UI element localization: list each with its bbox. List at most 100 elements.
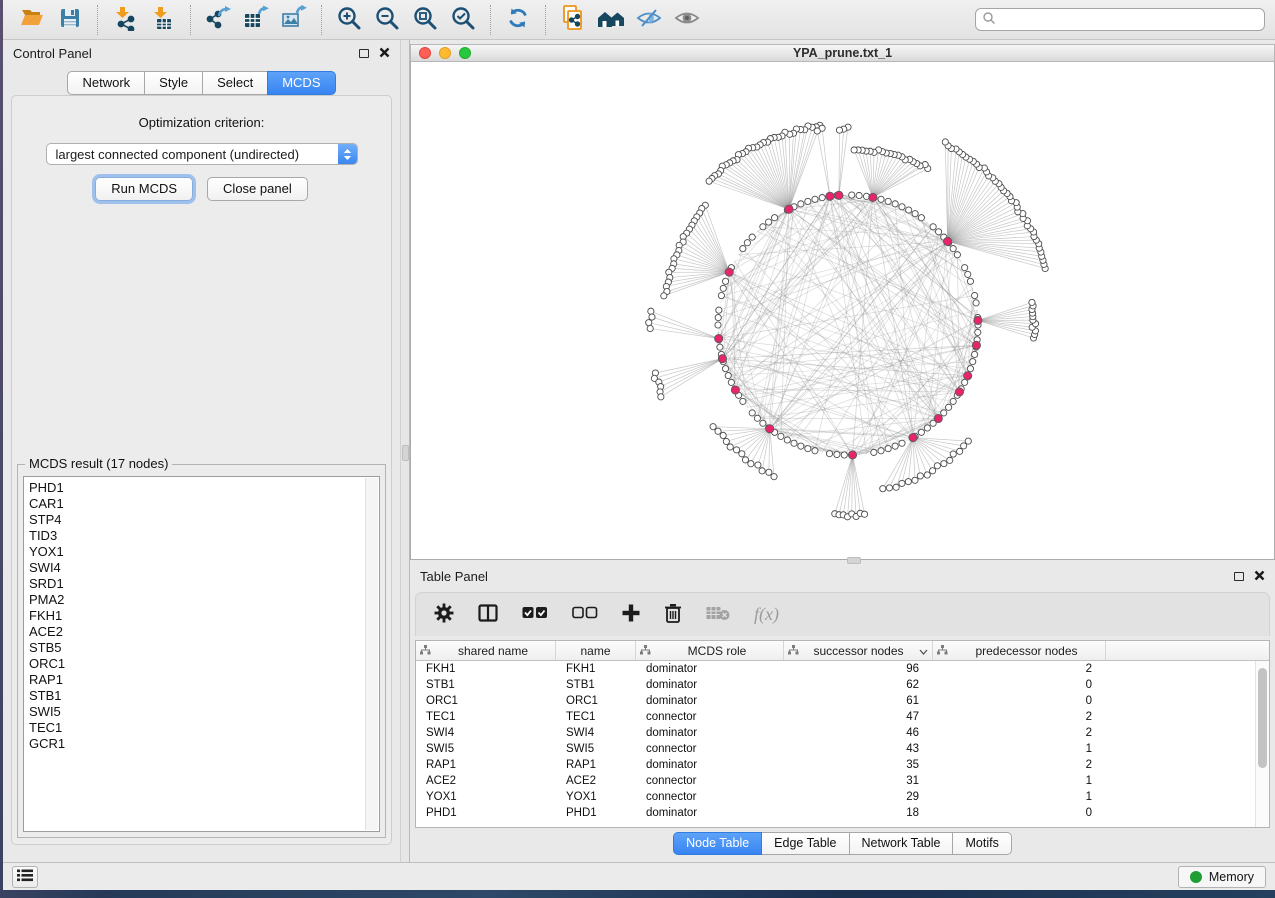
export-image-button[interactable] bbox=[278, 4, 310, 36]
table-row[interactable]: ORC1ORC1dominator610 bbox=[416, 693, 1269, 709]
graph-node[interactable] bbox=[946, 404, 952, 410]
graph-node[interactable] bbox=[791, 440, 797, 446]
graph-leaf-node[interactable] bbox=[950, 451, 956, 457]
mcds-result-item[interactable]: TEC1 bbox=[29, 720, 379, 736]
import-network-button[interactable] bbox=[109, 4, 141, 36]
graph-node[interactable] bbox=[972, 292, 978, 298]
zoom-fit-button[interactable] bbox=[409, 4, 441, 36]
graph-hub-node[interactable] bbox=[955, 388, 963, 396]
graph-node[interactable] bbox=[744, 240, 750, 246]
graph-node[interactable] bbox=[970, 359, 976, 365]
graph-hub-node[interactable] bbox=[869, 193, 877, 201]
graph-node[interactable] bbox=[749, 410, 755, 416]
graph-leaf-node[interactable] bbox=[893, 484, 899, 490]
float-panel-icon[interactable] bbox=[359, 49, 369, 58]
graph-node[interactable] bbox=[878, 196, 884, 202]
graph-hub-node[interactable] bbox=[766, 425, 774, 433]
graph-leaf-node[interactable] bbox=[934, 463, 940, 469]
deselect-all-columns-button[interactable] bbox=[572, 606, 598, 623]
graph-node[interactable] bbox=[918, 215, 924, 221]
graph-node[interactable] bbox=[749, 234, 755, 240]
graph-node[interactable] bbox=[892, 443, 898, 449]
graph-node[interactable] bbox=[718, 292, 724, 298]
graph-leaf-node[interactable] bbox=[646, 320, 652, 326]
table-tab-edge-table[interactable]: Edge Table bbox=[761, 832, 849, 855]
graph-node[interactable] bbox=[819, 194, 825, 200]
graph-node[interactable] bbox=[973, 300, 979, 306]
graph-node[interactable] bbox=[725, 373, 731, 379]
graph-leaf-node[interactable] bbox=[965, 438, 971, 444]
table-row[interactable]: SWI5SWI5connector431 bbox=[416, 741, 1269, 757]
graph-leaf-node[interactable] bbox=[942, 139, 948, 145]
graph-node[interactable] bbox=[715, 314, 721, 320]
graph-node[interactable] bbox=[812, 448, 818, 454]
graph-hub-node[interactable] bbox=[725, 268, 733, 276]
close-panel-icon[interactable] bbox=[379, 46, 390, 61]
table-row[interactable]: SWI4SWI4dominator462 bbox=[416, 725, 1269, 741]
graph-node[interactable] bbox=[975, 329, 981, 335]
graph-node[interactable] bbox=[899, 204, 905, 210]
graph-node[interactable] bbox=[805, 198, 811, 204]
graph-node[interactable] bbox=[716, 307, 722, 313]
graph-hub-node[interactable] bbox=[826, 192, 834, 200]
graph-hub-node[interactable] bbox=[731, 386, 739, 394]
horizontal-splitter-handle[interactable] bbox=[847, 557, 861, 564]
graph-node[interactable] bbox=[954, 252, 960, 258]
network-graph[interactable] bbox=[411, 62, 1274, 559]
graph-leaf-node[interactable] bbox=[759, 468, 765, 474]
mcds-result-list[interactable]: PHD1CAR1STP4TID3YOX1SWI4SRD1PMA2FKH1ACE2… bbox=[23, 476, 380, 832]
open-session-button[interactable] bbox=[16, 4, 48, 36]
table-row[interactable]: PHD1PHD1dominator180 bbox=[416, 805, 1269, 821]
graph-node[interactable] bbox=[722, 278, 728, 284]
memory-button[interactable]: Memory bbox=[1178, 866, 1266, 888]
graph-leaf-node[interactable] bbox=[930, 468, 936, 474]
graph-leaf-node[interactable] bbox=[947, 457, 953, 463]
hide-selected-button[interactable] bbox=[633, 4, 665, 36]
mcds-result-item[interactable]: SRD1 bbox=[29, 576, 379, 592]
graph-leaf-node[interactable] bbox=[648, 308, 654, 314]
graph-node[interactable] bbox=[972, 351, 978, 357]
table-settings-button[interactable] bbox=[434, 603, 454, 626]
export-table-button[interactable] bbox=[240, 4, 272, 36]
mcds-result-item[interactable]: RAP1 bbox=[29, 672, 379, 688]
graph-leaf-node[interactable] bbox=[661, 293, 667, 299]
graph-leaf-node[interactable] bbox=[771, 474, 777, 480]
graph-leaf-node[interactable] bbox=[733, 447, 739, 453]
graph-leaf-node[interactable] bbox=[706, 178, 712, 184]
mcds-result-item[interactable]: ORC1 bbox=[29, 656, 379, 672]
graph-leaf-node[interactable] bbox=[1029, 299, 1035, 305]
graph-leaf-node[interactable] bbox=[658, 394, 664, 400]
graph-node[interactable] bbox=[950, 398, 956, 404]
graph-node[interactable] bbox=[728, 379, 734, 385]
graph-leaf-node[interactable] bbox=[748, 461, 754, 467]
graph-leaf-node[interactable] bbox=[836, 127, 842, 133]
table-tab-node-table[interactable]: Node Table bbox=[673, 832, 762, 855]
mcds-result-item[interactable]: TID3 bbox=[29, 528, 379, 544]
graph-node[interactable] bbox=[740, 398, 746, 404]
graph-node[interactable] bbox=[841, 452, 847, 458]
mcds-result-item[interactable]: STB1 bbox=[29, 688, 379, 704]
table-row[interactable]: YOX1YOX1connector291 bbox=[416, 789, 1269, 805]
save-session-button[interactable] bbox=[54, 4, 86, 36]
graph-node[interactable] bbox=[798, 201, 804, 207]
mcds-result-item[interactable]: FKH1 bbox=[29, 608, 379, 624]
graph-node[interactable] bbox=[878, 448, 884, 454]
table-scrollbar-thumb[interactable] bbox=[1258, 668, 1267, 768]
graph-node[interactable] bbox=[965, 271, 971, 277]
column-header-shared-name[interactable]: shared name bbox=[416, 641, 556, 660]
column-header-predecessor-nodes[interactable]: predecessor nodes bbox=[933, 641, 1106, 660]
graph-hub-node[interactable] bbox=[964, 372, 972, 380]
graph-hub-node[interactable] bbox=[848, 451, 856, 459]
table-scrollbar[interactable] bbox=[1255, 661, 1269, 827]
graph-node[interactable] bbox=[936, 229, 942, 235]
table-tab-motifs[interactable]: Motifs bbox=[952, 832, 1011, 855]
import-table-button[interactable] bbox=[147, 4, 179, 36]
graph-node[interactable] bbox=[805, 446, 811, 452]
graph-node[interactable] bbox=[912, 211, 918, 217]
graph-hub-node[interactable] bbox=[785, 205, 793, 213]
graph-node[interactable] bbox=[754, 415, 760, 421]
graph-node[interactable] bbox=[760, 420, 766, 426]
network-canvas[interactable] bbox=[410, 62, 1275, 560]
graph-node[interactable] bbox=[892, 201, 898, 207]
graph-node[interactable] bbox=[826, 451, 832, 457]
